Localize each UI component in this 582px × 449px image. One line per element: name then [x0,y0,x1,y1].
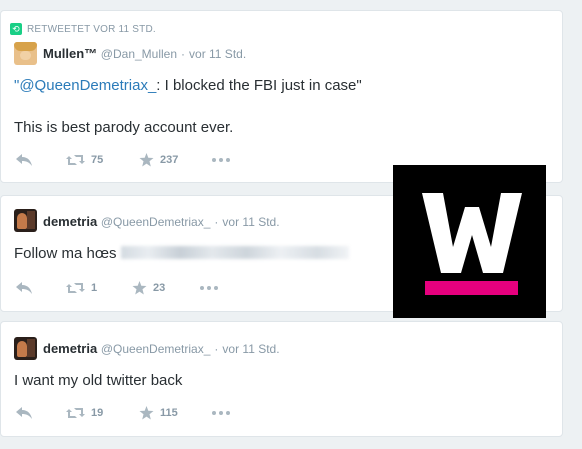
star-icon [132,281,147,295]
tweet-timestamp[interactable]: vor 11 Std. [189,47,246,61]
retweet-banner-label: RETWEETET VOR 11 STD. [27,24,156,35]
reply-button[interactable] [16,405,32,421]
tweet-text: Follow ma hœs [14,245,349,262]
separator-dot: · [181,47,186,61]
more-button[interactable] [212,152,230,168]
retweet-icon: ⟲ [10,23,22,35]
tweet-actions: 1 23 [16,280,276,296]
author-handle[interactable]: @QueenDemetriax_ [101,215,211,229]
tweet-actions: 19 115 [16,405,276,421]
reply-icon [16,407,32,419]
reply-icon [16,282,32,294]
retweet-button[interactable]: 75 [66,152,103,168]
more-button[interactable] [212,405,230,421]
tweet-text-rest: : I blocked the FBI just in case" [156,77,362,94]
tweet-actions: 75 237 [16,152,276,168]
more-button[interactable] [200,280,218,296]
reply-icon [16,154,32,166]
tweet-card[interactable]: demetria @QueenDemetriax_ · vor 11 Std. I … [0,321,563,437]
favorite-button[interactable]: 237 [139,152,178,168]
more-icon [212,158,230,162]
tweet-timestamp[interactable]: vor 11 Std. [222,342,279,356]
more-icon [200,286,218,290]
separator-dot: · [214,342,219,356]
mention-link[interactable]: @QueenDemetriax_ [19,77,156,94]
author-name[interactable]: Mullen™ [43,46,97,61]
retweet-banner: ⟲ RETWEETET VOR 11 STD. [10,23,156,35]
favorite-count: 237 [160,154,179,166]
reply-button[interactable] [16,280,32,296]
favorite-count: 115 [160,407,178,419]
separator-dot: · [214,215,219,229]
reply-button[interactable] [16,152,32,168]
retweet-button[interactable]: 19 [66,405,103,421]
tweet-text: "@QueenDemetriax_: I blocked the FBI jus… [14,77,362,94]
retweet-icon [66,283,85,293]
author-name[interactable]: demetria [43,214,97,229]
blurred-content [120,246,349,259]
retweet-count: 1 [91,282,98,294]
retweet-button[interactable]: 1 [66,280,97,296]
tweet-text: I want my old twitter back [14,372,183,389]
retweet-count: 75 [91,154,104,166]
avatar[interactable] [14,337,37,360]
w-logo [393,165,546,318]
w-logo-icon [422,193,522,295]
tweet-header: demetria @QueenDemetriax_ · vor 11 Std. [43,214,280,229]
favorite-button[interactable]: 23 [132,280,165,296]
author-handle[interactable]: @QueenDemetriax_ [101,342,211,356]
tweet-text-line2: This is best parody account ever. [14,119,234,136]
tweet-text-content: Follow ma hœs [14,245,117,262]
star-icon [139,406,154,420]
retweet-icon [66,408,85,418]
avatar[interactable] [14,42,37,65]
more-icon [212,411,230,415]
tweet-timestamp[interactable]: vor 11 Std. [222,215,279,229]
tweet-card[interactable]: ⟲ RETWEETET VOR 11 STD. Mullen™ @Dan_Mul… [0,10,563,183]
favorite-button[interactable]: 115 [139,405,178,421]
author-name[interactable]: demetria [43,341,97,356]
retweet-count: 19 [91,407,104,419]
tweet-header: Mullen™ @Dan_Mullen · vor 11 Std. [43,46,246,61]
tweet-header: demetria @QueenDemetriax_ · vor 11 Std. [43,341,280,356]
star-icon [139,153,154,167]
author-handle[interactable]: @Dan_Mullen [101,47,177,61]
avatar[interactable] [14,209,37,232]
favorite-count: 23 [153,282,166,294]
retweet-icon [66,155,85,165]
